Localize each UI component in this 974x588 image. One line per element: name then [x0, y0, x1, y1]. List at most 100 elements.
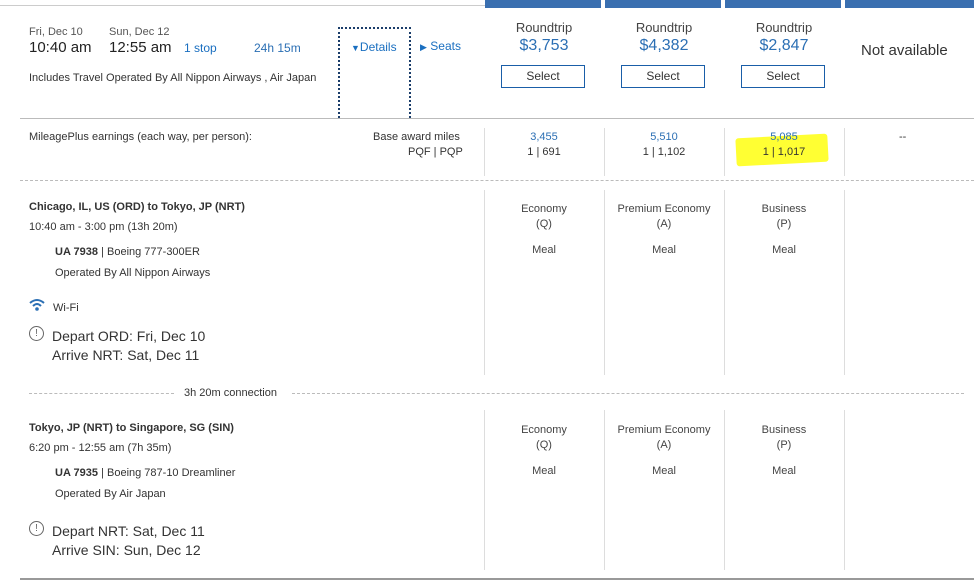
column-separator [604, 410, 605, 570]
cabin-code: (P) [776, 439, 792, 451]
segment-times: 6:20 pm - 12:55 am (7h 35m) [29, 442, 172, 454]
cabin-code: (A) [656, 218, 672, 230]
duration: 24h 15m [254, 41, 301, 55]
segment-route: Chicago, IL, US (ORD) to Tokyo, JP (NRT) [29, 201, 245, 213]
fare-column-business: Roundtrip $2,847 [739, 20, 829, 55]
arrive-time: 12:55 am [109, 39, 172, 56]
cabin-business: Business (P) Meal [724, 202, 844, 258]
depart-date: Fri, Dec 10 [29, 26, 83, 38]
miles-premium: 5,510 [650, 131, 678, 143]
column-separator [484, 410, 485, 570]
column-separator [724, 190, 725, 375]
cabin-code: (Q) [536, 439, 552, 451]
aircraft: | Boeing 787-10 Dreamliner [101, 467, 236, 479]
depart-time: 10:40 am [29, 39, 92, 56]
flight-number: UA 7938 [55, 246, 99, 258]
column-separator [484, 128, 485, 176]
fare-column-header-bar [845, 0, 974, 8]
fare-column-header-bar [485, 0, 601, 8]
pqf-economy: 1 | 691 [527, 146, 561, 158]
column-separator [604, 190, 605, 375]
pqf-business: 1 | 1,017 [762, 146, 806, 158]
caret-right-icon: ▶ [420, 42, 427, 52]
divider [292, 393, 964, 394]
meal-label: Meal [772, 465, 796, 477]
divider [20, 180, 974, 181]
meal-label: Meal [652, 465, 676, 477]
cabin-code: (Q) [536, 218, 552, 230]
pqf-label: PQF | PQP [408, 146, 463, 158]
cabin-premium: Premium Economy (A) Meal [604, 202, 724, 258]
fare-type: Roundtrip [515, 20, 573, 35]
miles-business: 5,085 [770, 131, 798, 143]
arrive-note: Arrive NRT: Sat, Dec 11 [52, 347, 200, 363]
flight-number: UA 7935 [55, 467, 99, 479]
segment-times: 10:40 am - 3:00 pm (13h 20m) [29, 221, 178, 233]
cabin-economy: Economy (Q) Meal [484, 202, 604, 258]
cabin-premium: Premium Economy (A) Meal [604, 423, 724, 479]
seats-label: Seats [430, 39, 461, 53]
column-separator [844, 410, 845, 570]
divider [29, 393, 174, 394]
depart-note: Depart ORD: Fri, Dec 10 [52, 328, 206, 344]
pqf-premium: 1 | 1,102 [642, 146, 686, 158]
fare-column-header-bar [725, 0, 841, 8]
fare-price: $4,382 [639, 37, 689, 54]
previous-row-edge [0, 0, 485, 6]
column-separator [724, 128, 725, 176]
cabin-name: Economy [521, 203, 567, 215]
depart-note: Depart NRT: Sat, Dec 11 [52, 523, 205, 539]
operated-note: Includes Travel Operated By All Nippon A… [29, 72, 317, 84]
earnings-label: MileagePlus earnings (each way, per pers… [29, 131, 252, 143]
select-business-button[interactable]: Select [741, 65, 825, 88]
column-separator [844, 190, 845, 375]
connection-label: 3h 20m connection [184, 387, 277, 399]
cabin-name: Premium Economy [617, 424, 711, 436]
fare-type: Roundtrip [635, 20, 693, 35]
cabin-code: (A) [656, 439, 672, 451]
meal-label: Meal [532, 465, 556, 477]
meal-label: Meal [652, 244, 676, 256]
cabin-business: Business (P) Meal [724, 423, 844, 479]
segment-route: Tokyo, JP (NRT) to Singapore, SG (SIN) [29, 422, 234, 434]
operated-by: Operated By All Nippon Airways [55, 267, 211, 279]
select-economy-button[interactable]: Select [501, 65, 585, 88]
alert-icon: ! [29, 326, 44, 341]
cabin-name: Business [761, 203, 807, 215]
cabin-name: Business [761, 424, 807, 436]
aircraft: | Boeing 777-300ER [101, 246, 200, 258]
details-label: Details [359, 40, 397, 54]
base-miles-label: Base award miles [373, 131, 460, 143]
meal-label: Meal [532, 244, 556, 256]
fare-column-economy: Roundtrip $3,753 [499, 20, 589, 55]
wifi-icon [29, 298, 45, 317]
cabin-economy: Economy (Q) Meal [484, 423, 604, 479]
alert-icon: ! [29, 521, 44, 536]
not-available: Not available [861, 42, 948, 59]
stops-link[interactable]: 1 stop [184, 41, 217, 55]
select-premium-button[interactable]: Select [621, 65, 705, 88]
fare-column-premium: Roundtrip $4,382 [619, 20, 709, 55]
details-toggle[interactable]: ▼Details [351, 40, 397, 54]
miles-economy: 3,455 [530, 131, 558, 143]
not-available-dash: -- [899, 131, 907, 143]
details-tab[interactable]: ▼Details [338, 27, 411, 118]
column-separator [844, 128, 845, 176]
fare-price: $2,847 [759, 37, 809, 54]
cabin-name: Economy [521, 424, 567, 436]
cabin-name: Premium Economy [617, 203, 711, 215]
operated-by: Operated By Air Japan [55, 488, 166, 500]
fare-price: $3,753 [519, 37, 569, 54]
divider [20, 578, 974, 580]
fare-type: Roundtrip [755, 20, 813, 35]
meal-label: Meal [772, 244, 796, 256]
fare-column-header-bar [605, 0, 721, 8]
column-separator [484, 190, 485, 375]
wifi-label: Wi-Fi [53, 302, 79, 314]
seats-link[interactable]: ▶ Seats [420, 39, 461, 53]
cabin-code: (P) [776, 218, 792, 230]
arrive-date: Sun, Dec 12 [109, 26, 170, 38]
caret-down-icon: ▼ [351, 43, 360, 53]
arrive-note: Arrive SIN: Sun, Dec 12 [52, 542, 201, 558]
column-separator [604, 128, 605, 176]
